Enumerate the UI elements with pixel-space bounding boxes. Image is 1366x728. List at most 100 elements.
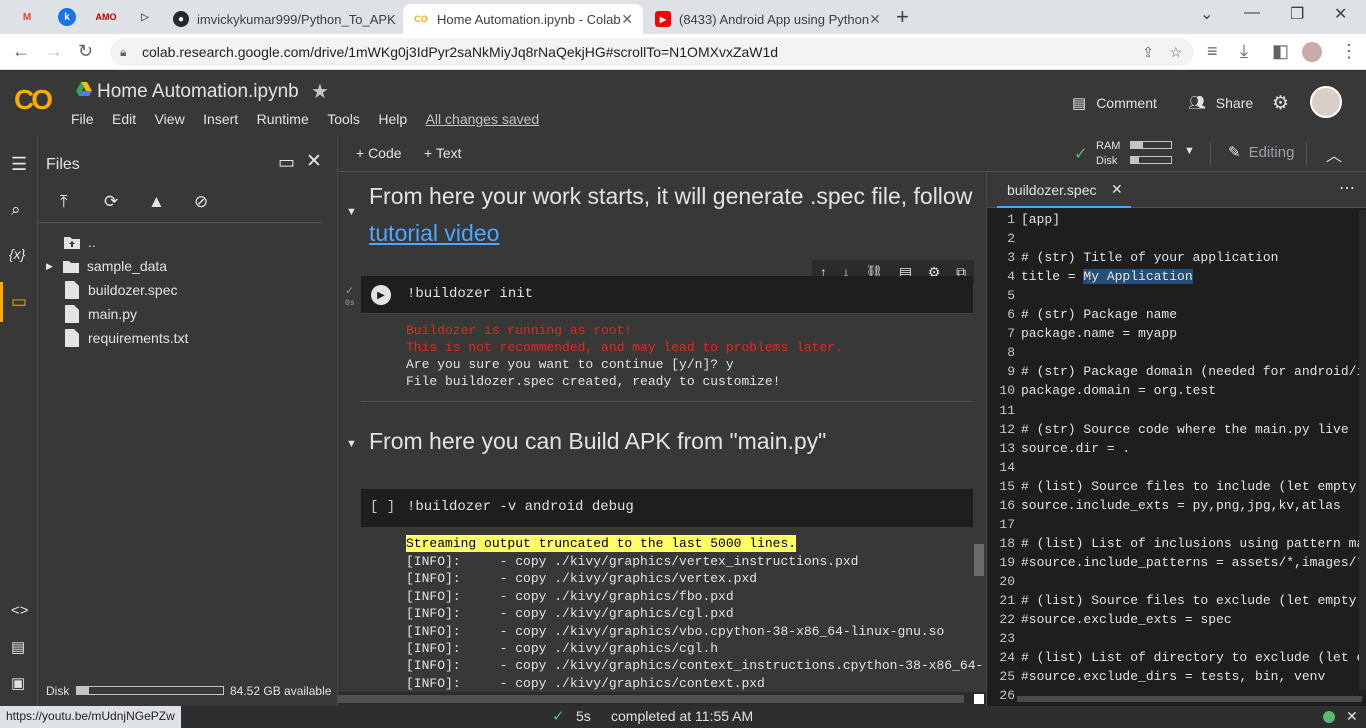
close-tab-icon[interactable]: ✕ xyxy=(621,11,633,28)
horizontal-scroll-thumb[interactable] xyxy=(338,695,964,703)
file-row-parent[interactable]: .. xyxy=(64,231,96,253)
profile-avatar[interactable] xyxy=(1302,42,1322,62)
amo-icon[interactable]: AMO xyxy=(96,8,117,26)
text-cell-heading-2[interactable]: From here you can Build APK from "main.p… xyxy=(369,428,826,455)
run-cell-button[interactable]: ▶ xyxy=(371,285,391,305)
line-number: 9 xyxy=(1007,364,1015,380)
new-tab-button[interactable]: + xyxy=(896,4,909,30)
browser-tab-active[interactable]: CO Home Automation.ipynb - Colab ✕ xyxy=(403,4,643,34)
editor-tab-title[interactable]: buildozer.spec xyxy=(1007,182,1097,198)
settings-gear-icon[interactable]: ⚙ xyxy=(1272,92,1289,115)
files-panel-title: Files xyxy=(46,156,80,173)
reading-list-icon[interactable]: ≡ xyxy=(1207,41,1218,62)
variables-icon[interactable]: {x} xyxy=(9,246,25,262)
code-line: # (list) List of inclusions using patter… xyxy=(1021,535,1366,551)
truncation-banner[interactable]: Streaming output truncated to the last 5… xyxy=(406,535,797,553)
close-editor-tab-icon[interactable]: ✕ xyxy=(1111,181,1123,198)
menu-runtime[interactable]: Runtime xyxy=(257,111,309,127)
tab-search-icon[interactable]: ⌄ xyxy=(1200,4,1213,24)
code-line: package.domain = org.test xyxy=(1021,383,1217,399)
add-code-button[interactable]: + Code xyxy=(356,145,402,161)
files-folder-icon[interactable]: ▭ xyxy=(11,292,27,312)
browser-menu-icon[interactable]: ⋮ xyxy=(1340,41,1358,62)
share-label: Share xyxy=(1215,94,1254,111)
output-line: Are you sure you want to continue [y/n]?… xyxy=(406,357,734,372)
maximize-icon[interactable]: ❐ xyxy=(1290,4,1304,24)
upload-file-icon[interactable]: ⤒ xyxy=(60,192,68,212)
file-row[interactable]: main.py xyxy=(64,303,137,325)
run-duration: 5s xyxy=(576,708,591,724)
mount-drive-icon[interactable]: ▲ xyxy=(148,192,165,212)
output-scrollbar[interactable] xyxy=(974,544,984,576)
collapse-header-icon[interactable]: ︿ xyxy=(1326,142,1342,166)
resource-monitor[interactable]: RAM Disk xyxy=(1096,139,1120,169)
share-button[interactable]: 👥︎ Share xyxy=(1188,94,1253,111)
share-page-icon[interactable]: ⇪ xyxy=(1142,38,1154,66)
open-in-tab-icon[interactable]: ▭ xyxy=(278,152,295,173)
file-row-folder[interactable]: ▶ sample_data xyxy=(46,255,167,277)
save-status[interactable]: All changes saved xyxy=(426,111,540,127)
table-of-contents-icon[interactable]: ☰ xyxy=(11,154,27,175)
file-row[interactable]: buildozer.spec xyxy=(64,279,178,301)
colab-logo[interactable]: CO xyxy=(14,84,53,116)
file-name: main.py xyxy=(88,306,138,322)
minimize-icon[interactable]: — xyxy=(1244,4,1260,22)
editor-vertical-scrollbar[interactable] xyxy=(1359,210,1366,690)
text-cell-heading[interactable]: From here your work starts, it will gene… xyxy=(369,178,973,252)
comment-button[interactable]: ▤ Comment xyxy=(1072,94,1157,112)
cell-prompt[interactable]: [ ] xyxy=(370,499,395,515)
close-window-icon[interactable]: ✕ xyxy=(1334,4,1347,24)
active-tab-indicator xyxy=(997,206,1131,208)
section-collapse-icon[interactable]: ▼ xyxy=(346,438,357,450)
editor-code[interactable]: 1 [app] 2 3 # (str) Title of your applicatio… xyxy=(987,210,1366,706)
terminal-icon[interactable]: ▣ xyxy=(11,674,25,692)
editor-scrollbar[interactable] xyxy=(1017,696,1362,702)
code-cell-2[interactable]: [ ] !buildozer -v android debug xyxy=(361,489,973,527)
menu-view[interactable]: View xyxy=(155,111,185,127)
colab-header: CO Home Automation.ipynb ★ File Edit Vie… xyxy=(0,70,1366,136)
back-icon[interactable]: ← xyxy=(12,41,30,62)
new-folder-icon[interactable]: ⟳ xyxy=(104,192,118,212)
menu-help[interactable]: Help xyxy=(378,111,407,127)
side-panel-icon[interactable]: ◧ xyxy=(1272,41,1289,62)
notebook-title[interactable]: Home Automation.ipynb xyxy=(97,81,299,103)
reload-icon[interactable]: ↻ xyxy=(78,41,93,62)
section-collapse-icon[interactable]: ▼ xyxy=(346,206,357,218)
code-snippets-icon[interactable]: <> xyxy=(11,602,29,619)
menu-tools[interactable]: Tools xyxy=(327,111,360,127)
file-icon xyxy=(65,305,79,323)
horizontal-scrollbar[interactable] xyxy=(338,692,986,706)
status-bar: https://youtu.be/mUdnjNGePZw ✓ 5s comple… xyxy=(0,706,1366,728)
menu-insert[interactable]: Insert xyxy=(203,111,238,127)
play-icon[interactable]: ▷ xyxy=(136,8,154,26)
code-cell[interactable]: ▶ !buildozer init xyxy=(361,276,973,314)
editor-more-icon[interactable]: ⋯ xyxy=(1339,178,1355,198)
search-icon[interactable]: ⌕ xyxy=(11,200,21,220)
expand-arrow-icon[interactable]: ▶ xyxy=(46,261,53,272)
gmail-icon[interactable]: M xyxy=(18,8,36,26)
star-icon[interactable]: ★ xyxy=(311,79,329,104)
tutorial-video-link[interactable]: tutorial video xyxy=(369,220,499,246)
k-icon[interactable]: k xyxy=(58,8,76,26)
bookmark-star-icon[interactable]: ☆ xyxy=(1169,38,1182,66)
menu-file[interactable]: File xyxy=(71,111,94,127)
line-number: 21 xyxy=(999,593,1015,608)
editing-mode-button[interactable]: ✎ Editing xyxy=(1228,143,1294,162)
user-avatar[interactable] xyxy=(1310,86,1342,118)
notebook-area: ▼ From here your work starts, it will ge… xyxy=(338,172,986,706)
hide-files-icon[interactable]: ⊘ xyxy=(194,192,208,212)
file-row[interactable]: requirements.txt xyxy=(64,327,188,349)
close-panel-icon[interactable]: ✕ xyxy=(306,150,322,173)
runtime-dropdown-icon[interactable]: ▼ xyxy=(1184,145,1195,157)
menu-edit[interactable]: Edit xyxy=(112,111,136,127)
close-status-icon[interactable]: ✕ xyxy=(1346,708,1358,725)
close-tab-icon[interactable]: ✕ xyxy=(869,11,881,28)
forward-icon[interactable]: → xyxy=(45,41,63,62)
command-palette-icon[interactable]: ▤ xyxy=(11,638,25,656)
add-text-button[interactable]: + Text xyxy=(424,145,462,161)
download-icon[interactable]: ⤓ xyxy=(1240,41,1248,62)
browser-tab[interactable]: ● imvickykumar999/Python_To_APK xyxy=(163,4,401,34)
browser-tab[interactable]: ▶ (8433) Android App using Python ✕ xyxy=(645,4,883,34)
output-line: Buildozer is running as root! xyxy=(406,323,633,338)
url-field[interactable]: 🔒︎ colab.research.google.com/drive/1mWKg… xyxy=(110,38,1194,66)
